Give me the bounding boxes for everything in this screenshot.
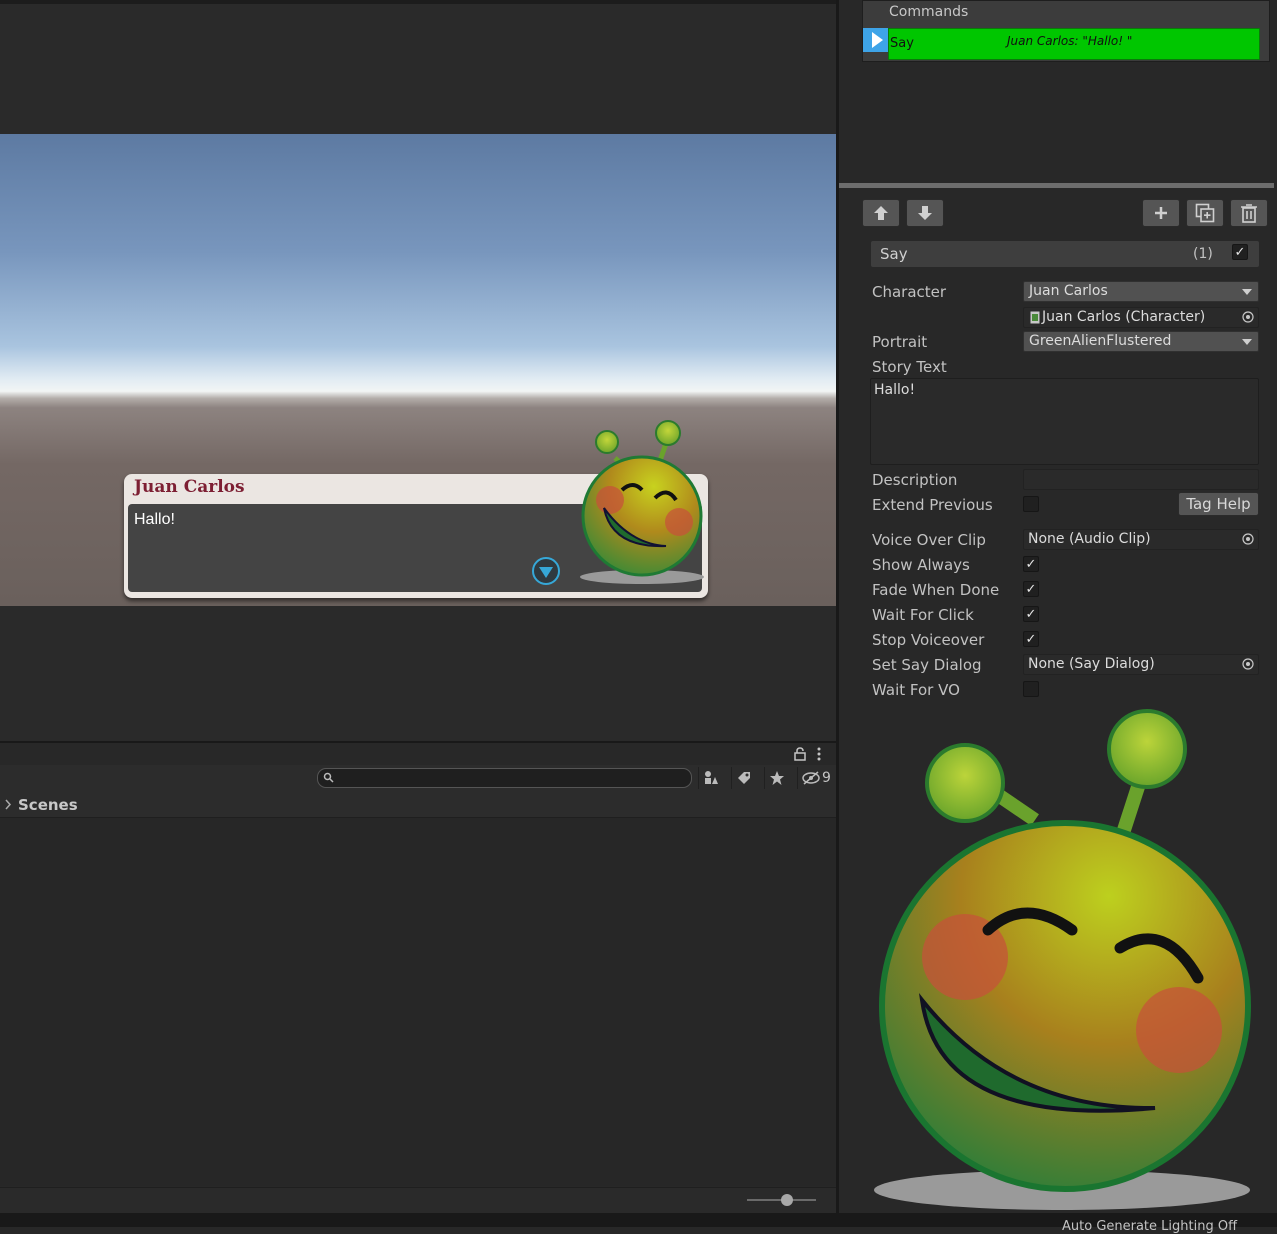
fade-when-done-checkbox[interactable]: ✓: [1023, 581, 1039, 597]
portrait-preview: [870, 708, 1260, 1210]
duplicate-command-button[interactable]: [1186, 199, 1224, 227]
favorites-icon: [770, 771, 784, 785]
set-say-dialog-value: None (Say Dialog): [1028, 656, 1155, 672]
filter-by-type-button[interactable]: [698, 767, 723, 789]
voice-over-clip-value: None (Audio Clip): [1028, 531, 1151, 547]
delete-command-button[interactable]: [1230, 199, 1268, 227]
story-text-value: Hallo!: [874, 382, 916, 398]
scenes-folder-row[interactable]: Scenes: [0, 792, 836, 818]
duplicate-command-icon: [1195, 203, 1215, 223]
wait-for-click-label: Wait For Click: [872, 606, 974, 624]
set-say-dialog-field[interactable]: None (Say Dialog): [1023, 654, 1259, 675]
project-content-area: [0, 818, 836, 1186]
wait-for-vo-label: Wait For VO: [872, 681, 960, 699]
command-header: Say (1) ✓: [871, 241, 1259, 267]
game-view-letterbox: [0, 606, 836, 741]
hidden-packages-button[interactable]: 9: [797, 767, 834, 789]
kebab-menu-icon[interactable]: [816, 747, 822, 761]
show-always-checkbox[interactable]: ✓: [1023, 556, 1039, 572]
scenes-folder-label: Scenes: [18, 796, 78, 814]
project-footer: [0, 1187, 836, 1214]
move-down-button[interactable]: [906, 199, 944, 227]
stop-voiceover-label: Stop Voiceover: [872, 631, 985, 649]
character-portrait: [570, 418, 720, 586]
character-dropdown[interactable]: Juan Carlos: [1023, 281, 1259, 302]
filter-by-label-button[interactable]: [731, 767, 756, 789]
hidden-count: 9: [822, 770, 831, 786]
command-name: Say: [890, 36, 914, 51]
lock-icon[interactable]: [794, 747, 806, 761]
object-picker-icon[interactable]: [1242, 533, 1254, 545]
object-picker-icon[interactable]: [1242, 658, 1254, 670]
command-enabled-checkbox[interactable]: ✓: [1232, 244, 1248, 260]
show-always-label: Show Always: [872, 556, 970, 574]
portrait-label: Portrait: [872, 333, 928, 351]
chevron-right-icon[interactable]: [4, 799, 12, 810]
set-say-dialog-label: Set Say Dialog: [872, 656, 982, 674]
move-up-icon: [874, 206, 888, 220]
search-input[interactable]: [317, 768, 692, 788]
command-header-name: Say: [880, 245, 908, 263]
character-name-text: Juan Carlos: [134, 477, 245, 497]
wait-for-click-checkbox[interactable]: ✓: [1023, 606, 1039, 622]
script-file-icon: [1030, 311, 1040, 324]
chevron-down-icon: [1242, 289, 1252, 295]
panel-edge: [0, 0, 836, 4]
character-object-value: Juan Carlos (Character): [1042, 309, 1206, 325]
inspector-splitter[interactable]: [839, 183, 1274, 188]
portrait-dropdown[interactable]: GreenAlienFlustered: [1023, 331, 1259, 352]
continue-button[interactable]: [532, 557, 560, 585]
description-input[interactable]: [1023, 469, 1259, 490]
play-icon: [872, 32, 883, 48]
favorites-button[interactable]: [764, 767, 789, 789]
voice-over-clip-field[interactable]: None (Audio Clip): [1023, 529, 1259, 550]
command-summary: Juan Carlos: "Hallo! ": [1007, 34, 1133, 48]
commands-title: Commands: [889, 4, 969, 20]
zoom-slider-handle[interactable]: [781, 1194, 793, 1206]
story-text-area[interactable]: Hallo!: [870, 378, 1259, 465]
move-down-icon: [918, 206, 932, 220]
move-up-button[interactable]: [862, 199, 900, 227]
alien-portrait-icon: [580, 420, 704, 584]
story-text-label: Story Text: [872, 358, 947, 376]
portrait-dropdown-value: GreenAlienFlustered: [1029, 333, 1172, 349]
chevron-down-icon: [1242, 339, 1252, 345]
delete-command-icon: [1241, 204, 1257, 223]
alien-portrait-icon: [874, 709, 1251, 1210]
command-header-index: (1): [1193, 246, 1213, 262]
character-dropdown-value: Juan Carlos: [1029, 283, 1108, 299]
object-picker-icon[interactable]: [1242, 311, 1254, 323]
project-panel-header: [0, 741, 836, 767]
search-icon: [323, 772, 334, 783]
character-label: Character: [872, 283, 947, 301]
character-object-field[interactable]: Juan Carlos (Character): [1023, 307, 1259, 328]
fade-when-done-label: Fade When Done: [872, 581, 1000, 599]
voice-over-clip-label: Voice Over Clip: [872, 531, 986, 549]
add-command-icon: [1155, 207, 1167, 219]
stop-voiceover-checkbox[interactable]: ✓: [1023, 631, 1039, 647]
extend-previous-label: Extend Previous: [872, 496, 993, 514]
filter-by-type-icon: [705, 771, 718, 784]
wait-for-vo-checkbox[interactable]: [1023, 681, 1039, 697]
add-command-button[interactable]: [1142, 199, 1180, 227]
hidden-packages-icon: [802, 771, 820, 785]
filter-by-label-icon: [738, 772, 750, 784]
story-text: Hallo!: [134, 511, 175, 528]
extend-previous-checkbox[interactable]: [1023, 496, 1039, 512]
continue-arrow-icon: [532, 557, 560, 585]
executing-command-icon: [863, 28, 888, 52]
description-label: Description: [872, 471, 958, 489]
game-view-toolbar-area: [0, 0, 836, 134]
tag-help-button[interactable]: Tag Help: [1178, 492, 1259, 516]
